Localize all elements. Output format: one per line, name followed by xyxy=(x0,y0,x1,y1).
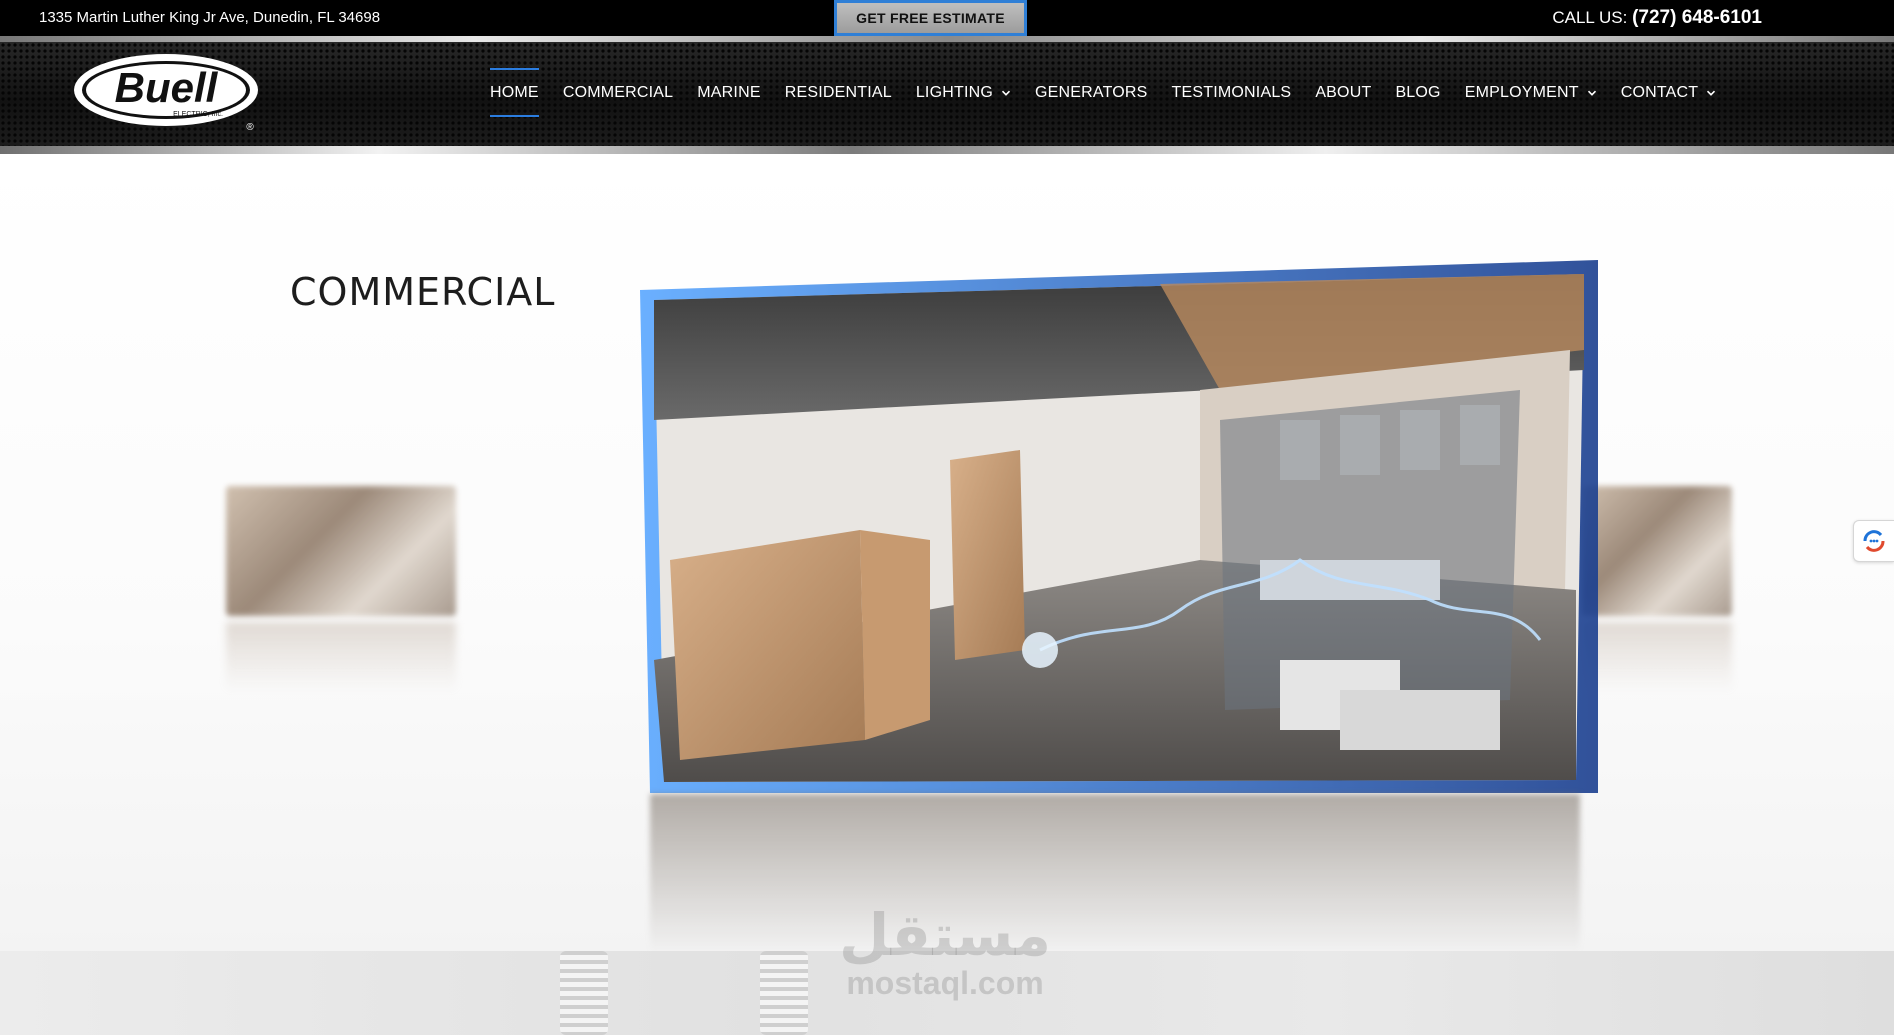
main-nav: HOME COMMERCIAL MARINE RESIDENTIAL LIGHT… xyxy=(490,78,1740,108)
call-us[interactable]: CALL US: (727) 648-6101 xyxy=(1552,7,1762,29)
chevron-down-icon xyxy=(1587,88,1597,98)
hero-video[interactable]: COMMERCIAL xyxy=(0,154,1894,951)
main-video-frame xyxy=(640,260,1598,793)
chevron-down-icon xyxy=(1706,88,1716,98)
chevron-down-icon xyxy=(1001,88,1011,98)
nav-item-label: HOME xyxy=(490,84,539,102)
logo-registered-mark: ® xyxy=(246,122,254,132)
get-free-estimate-button[interactable]: GET FREE ESTIMATE xyxy=(834,0,1027,36)
watermark-arabic: مستقل xyxy=(830,905,1060,965)
nav-item-contact[interactable]: CONTACT xyxy=(1621,84,1717,102)
watermark-latin: mostaql.com xyxy=(830,965,1060,1001)
nav-item-label: COMMERCIAL xyxy=(563,84,673,102)
nav-item-label: LIGHTING xyxy=(916,84,993,102)
chat-widget-icon xyxy=(1861,528,1887,554)
side-card-reflection-left xyxy=(226,622,456,692)
nav-item-label: ABOUT xyxy=(1315,84,1371,102)
side-card-reflection-right xyxy=(1582,622,1732,692)
nav-item-label: EMPLOYMENT xyxy=(1465,84,1579,102)
nav-item-lighting[interactable]: LIGHTING xyxy=(916,84,1011,102)
conduit-image xyxy=(760,951,808,1035)
nav-item-label: CONTACT xyxy=(1621,84,1699,102)
nav-item-employment[interactable]: EMPLOYMENT xyxy=(1465,84,1597,102)
hero-title: COMMERCIAL xyxy=(290,270,555,314)
address-text: 1335 Martin Luther King Jr Ave, Dunedin,… xyxy=(39,9,380,26)
nav-item-marine[interactable]: MARINE xyxy=(697,84,760,102)
chat-widget-button[interactable] xyxy=(1853,520,1894,562)
nav-item-testimonials[interactable]: TESTIMONIALS xyxy=(1172,84,1292,102)
buell-logo[interactable]: Buell ELECTRIC, Inc. ® xyxy=(70,52,266,132)
side-video-card-left xyxy=(226,486,456,616)
conduit-image xyxy=(560,951,608,1035)
logo-subtext: ELECTRIC, Inc. xyxy=(173,111,223,118)
nav-item-home[interactable]: HOME xyxy=(490,84,539,102)
nav-item-residential[interactable]: RESIDENTIAL xyxy=(785,84,892,102)
nav-item-about[interactable]: ABOUT xyxy=(1315,84,1371,102)
nav-item-label: MARINE xyxy=(697,84,760,102)
nav-item-label: RESIDENTIAL xyxy=(785,84,892,102)
nav-item-generators[interactable]: GENERATORS xyxy=(1035,84,1148,102)
top-bar: 1335 Martin Luther King Jr Ave, Dunedin,… xyxy=(0,0,1894,36)
nav-item-label: TESTIMONIALS xyxy=(1172,84,1292,102)
side-video-card-right xyxy=(1582,486,1732,616)
call-us-label: CALL US: xyxy=(1552,8,1627,27)
logo-text: Buell xyxy=(115,64,219,111)
main-video-reflection xyxy=(650,794,1580,951)
phone-number[interactable]: (727) 648-6101 xyxy=(1632,7,1762,28)
nav-item-label: GENERATORS xyxy=(1035,84,1148,102)
watermark: مستقل mostaql.com xyxy=(830,905,1060,1001)
nav-item-label: BLOG xyxy=(1395,84,1440,102)
nav-item-commercial[interactable]: COMMERCIAL xyxy=(563,84,673,102)
nav-item-blog[interactable]: BLOG xyxy=(1395,84,1440,102)
